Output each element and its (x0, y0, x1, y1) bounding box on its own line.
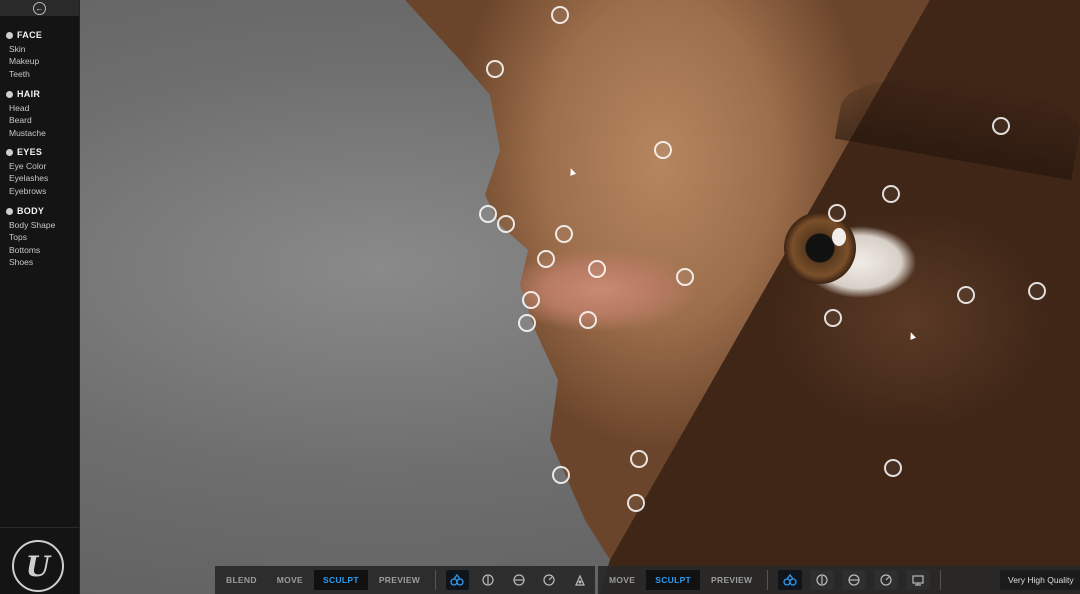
divider (435, 570, 437, 590)
sculpt-control-point[interactable] (588, 260, 606, 278)
sculpt-control-point[interactable] (552, 466, 570, 484)
sculpt-control-point[interactable] (518, 314, 536, 332)
mode-sculpt-button[interactable]: SCULPT (314, 570, 368, 590)
eye-highlight-render (832, 228, 846, 246)
toolbar-right: MOVE SCULPT PREVIEW Very High Quality (598, 566, 1080, 594)
viewport[interactable] (80, 0, 1080, 594)
face-icon (6, 31, 13, 39)
mode-move-button[interactable]: MOVE (600, 570, 644, 590)
section-hair: HAIR Head Beard Mustache (6, 89, 46, 139)
section-title: HAIR (17, 89, 41, 99)
sculpt-control-point[interactable] (537, 250, 555, 268)
sculpt-control-point[interactable] (630, 450, 648, 468)
symmetry-icon (450, 573, 465, 586)
section-title: EYES (17, 147, 43, 157)
sculpt-control-point[interactable] (676, 268, 694, 286)
back-button[interactable]: ← (0, 0, 79, 16)
body-icon (6, 207, 13, 215)
sidebar-item-skin[interactable]: Skin (9, 43, 42, 55)
face-profile-button[interactable] (874, 570, 899, 590)
unreal-engine-logo-icon: U (12, 540, 64, 592)
eye-icon (6, 148, 13, 156)
sculpt-control-point[interactable] (555, 225, 573, 243)
monitor-button[interactable] (906, 570, 931, 590)
face-front-icon (482, 574, 494, 586)
toolbar-left: BLEND MOVE SCULPT PREVIEW (215, 566, 595, 594)
head-button[interactable] (568, 570, 591, 590)
sculpt-control-point[interactable] (992, 117, 1010, 135)
divider (767, 570, 769, 590)
sidebar: ← FACE Skin Makeup Teeth HAIR Head Beard… (0, 0, 80, 594)
symmetry-icon (783, 573, 798, 586)
face-side-button[interactable] (842, 570, 867, 590)
sculpt-control-point[interactable] (627, 494, 645, 512)
sculpt-control-point[interactable] (882, 185, 900, 203)
face-side-icon (512, 574, 525, 586)
mode-blend-button[interactable]: BLEND (217, 570, 266, 590)
sidebar-item-eye-color[interactable]: Eye Color (9, 160, 48, 172)
monitor-icon (912, 575, 924, 586)
sidebar-item-teeth[interactable]: Teeth (9, 68, 42, 80)
sidebar-item-beard[interactable]: Beard (9, 114, 46, 126)
section-title: BODY (17, 206, 45, 216)
face-front-button[interactable] (476, 570, 500, 590)
section-eyes: EYES Eye Color Eyelashes Eyebrows (6, 147, 48, 197)
sculpt-control-point[interactable] (1028, 282, 1046, 300)
face-profile-button[interactable] (537, 570, 561, 590)
sculpt-control-point[interactable] (828, 204, 846, 222)
face-front-button[interactable] (810, 570, 835, 590)
head-icon (574, 574, 585, 586)
face-side-button[interactable] (507, 570, 530, 590)
sculpt-control-point[interactable] (884, 459, 902, 477)
sculpt-control-point[interactable] (654, 141, 672, 159)
sculpt-control-point[interactable] (497, 215, 515, 233)
hair-icon (6, 90, 13, 98)
divider (940, 570, 942, 590)
mode-preview-button[interactable]: PREVIEW (370, 570, 429, 590)
sidebar-item-eyelashes[interactable]: Eyelashes (9, 172, 48, 184)
symmetry-button[interactable] (446, 570, 469, 590)
symmetry-button[interactable] (778, 570, 803, 590)
eye-iris-render (784, 212, 856, 284)
face-profile-icon (543, 574, 555, 586)
back-arrow-icon: ← (33, 1, 46, 15)
sculpt-control-point[interactable] (579, 311, 597, 329)
face-side-icon (848, 574, 860, 586)
sidebar-item-bottoms[interactable]: Bottoms (9, 244, 55, 256)
sidebar-item-mustache[interactable]: Mustache (9, 127, 46, 139)
sculpt-control-point[interactable] (551, 6, 569, 24)
sculpt-control-point[interactable] (486, 60, 504, 78)
section-title: FACE (17, 30, 43, 40)
mode-move-button[interactable]: MOVE (268, 570, 312, 590)
sculpt-control-point[interactable] (824, 309, 842, 327)
section-face: FACE Skin Makeup Teeth (6, 30, 42, 80)
section-body: BODY Body Shape Tops Bottoms Shoes (6, 206, 55, 269)
sculpt-control-point[interactable] (957, 286, 975, 304)
mode-preview-button[interactable]: PREVIEW (702, 570, 761, 590)
quality-dropdown[interactable]: Very High Quality (1000, 570, 1080, 590)
sculpt-control-point[interactable] (479, 205, 497, 223)
sidebar-item-head[interactable]: Head (9, 102, 46, 114)
mode-sculpt-button[interactable]: SCULPT (646, 570, 701, 590)
sculpt-control-point[interactable] (522, 291, 540, 309)
sidebar-item-body-shape[interactable]: Body Shape (9, 219, 55, 231)
sidebar-item-tops[interactable]: Tops (9, 231, 55, 243)
sidebar-item-makeup[interactable]: Makeup (9, 55, 42, 67)
face-front-icon (816, 574, 828, 586)
face-profile-icon (880, 574, 892, 586)
sidebar-item-eyebrows[interactable]: Eyebrows (9, 185, 48, 197)
sidebar-item-shoes[interactable]: Shoes (9, 256, 55, 268)
divider (0, 527, 79, 528)
